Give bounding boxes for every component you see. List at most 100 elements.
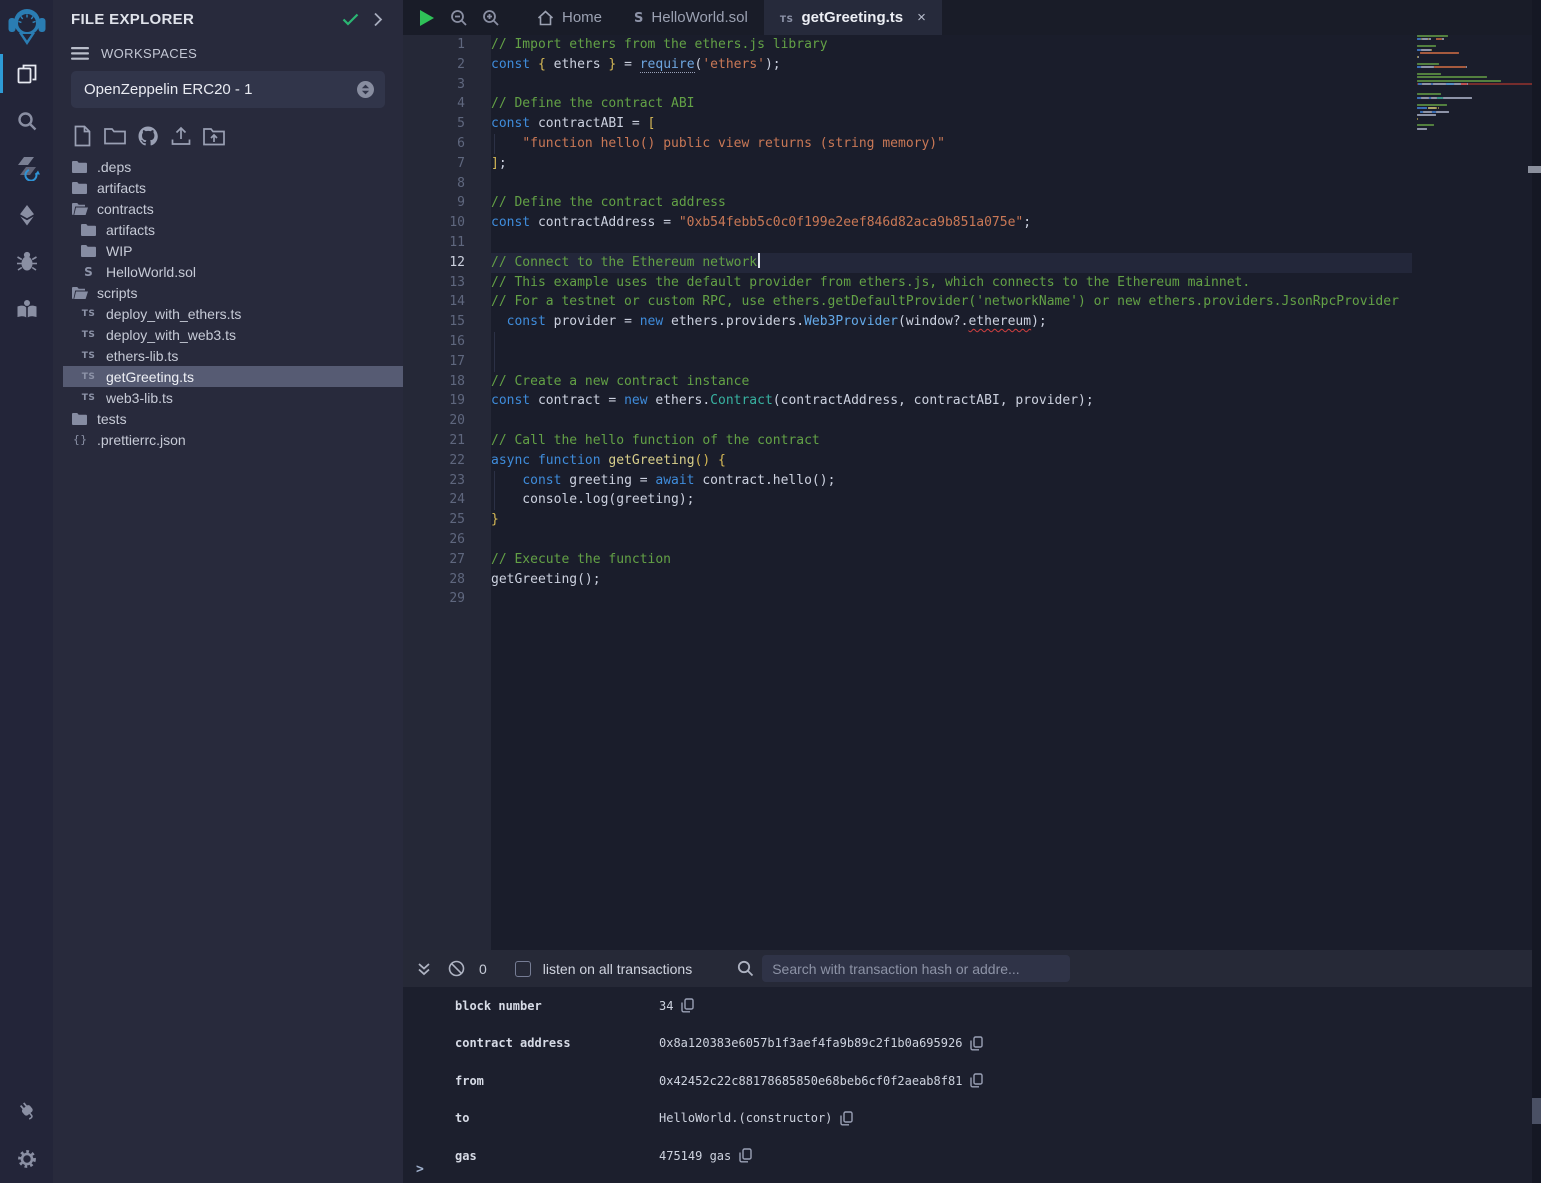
copy-icon[interactable] bbox=[970, 1036, 983, 1051]
solidity-compiler-icon bbox=[14, 155, 40, 181]
tab-Home[interactable]: Home bbox=[521, 0, 618, 35]
activity-bar bbox=[0, 0, 54, 1183]
copy-icon[interactable] bbox=[970, 1073, 983, 1088]
code-line-13: // This example uses the default provide… bbox=[491, 273, 1412, 293]
code-line-26 bbox=[491, 530, 1412, 550]
tree-item-getGreeting.ts[interactable]: TSgetGreeting.ts bbox=[63, 366, 403, 387]
json-file-icon: { } bbox=[71, 433, 88, 446]
tree-item-HelloWorld.sol[interactable]: SHelloWorld.sol bbox=[53, 261, 403, 282]
upload-file-icon[interactable] bbox=[170, 125, 192, 147]
tree-item-deploy_with_web3.ts[interactable]: TSdeploy_with_web3.ts bbox=[53, 324, 403, 345]
tree-item-contracts[interactable]: contracts bbox=[53, 198, 403, 219]
sidebar-item-file-explorer[interactable] bbox=[0, 50, 53, 97]
editor-gutter: 1234567891011121314151617181920212223242… bbox=[403, 35, 491, 950]
copy-icon[interactable] bbox=[681, 998, 694, 1013]
sidebar-item-solidity-compiler[interactable] bbox=[0, 144, 53, 191]
transaction-field-label: gas bbox=[455, 1149, 659, 1163]
hamburger-menu-icon[interactable] bbox=[71, 47, 89, 60]
code-line-10: const contractAddress = "0xb54febb5c0c0f… bbox=[491, 213, 1412, 233]
tree-item-artifacts[interactable]: artifacts bbox=[53, 177, 403, 198]
sidebar-item-learneth[interactable] bbox=[0, 285, 53, 332]
tree-item-WIP[interactable]: WIP bbox=[53, 240, 403, 261]
code-line-4: // Define the contract ABI bbox=[491, 94, 1412, 114]
transaction-field-label: contract address bbox=[455, 1036, 659, 1050]
typescript-file-icon: TS bbox=[80, 309, 97, 319]
home-tab-icon bbox=[537, 10, 554, 26]
tree-item-ethers-lib.ts[interactable]: TSethers-lib.ts bbox=[53, 345, 403, 366]
tree-item-label: artifacts bbox=[106, 222, 155, 238]
code-line-7: ]; bbox=[491, 154, 1412, 174]
search-icon bbox=[15, 109, 39, 133]
page-scrollbar[interactable] bbox=[1532, 0, 1541, 1183]
editor-minimap[interactable] bbox=[1417, 35, 1532, 175]
code-line-5: const contractABI = [ bbox=[491, 114, 1412, 134]
gear-icon bbox=[15, 1147, 39, 1171]
code-line-19: const contract = new ethers.Contract(con… bbox=[491, 391, 1412, 411]
collapse-terminal-icon[interactable] bbox=[415, 962, 433, 976]
tree-item-label: web3-lib.ts bbox=[106, 390, 173, 406]
tab-label: Home bbox=[562, 9, 602, 26]
workspace-select[interactable]: OpenZeppelin ERC20 - 1 bbox=[71, 71, 385, 108]
tree-item-.prettierrc.json[interactable]: { } .prettierrc.json bbox=[53, 429, 403, 450]
terminal-scrollbar-thumb[interactable] bbox=[1532, 1098, 1541, 1124]
chevron-right-icon[interactable] bbox=[367, 10, 389, 28]
tree-item-label: WIP bbox=[106, 243, 132, 259]
new-folder-icon[interactable] bbox=[104, 125, 126, 147]
tree-item-.deps[interactable]: .deps bbox=[53, 156, 403, 177]
copy-icon[interactable] bbox=[739, 1148, 752, 1163]
code-editor[interactable]: 1234567891011121314151617181920212223242… bbox=[403, 35, 1541, 950]
remix-logo-icon[interactable] bbox=[5, 4, 49, 50]
new-file-icon[interactable] bbox=[71, 125, 93, 147]
clear-console-icon[interactable] bbox=[447, 960, 465, 977]
transaction-field-value: HelloWorld.(constructor) bbox=[659, 1111, 832, 1125]
folder-icon bbox=[80, 245, 97, 257]
code-line-20 bbox=[491, 411, 1412, 431]
folder-icon bbox=[80, 224, 97, 236]
tab-getGreeting.ts[interactable]: TSgetGreeting.ts× bbox=[764, 0, 942, 35]
tree-item-label: deploy_with_ethers.ts bbox=[106, 306, 241, 322]
code-line-23: const greeting = await contract.hello(); bbox=[491, 471, 1412, 491]
code-line-27: // Execute the function bbox=[491, 550, 1412, 570]
tree-item-label: artifacts bbox=[97, 180, 146, 196]
transaction-field-label: from bbox=[455, 1074, 659, 1088]
terminal-search-input[interactable] bbox=[762, 955, 1070, 982]
ethereum-icon bbox=[15, 203, 39, 227]
typescript-file-icon: TS bbox=[80, 330, 97, 340]
tree-item-deploy_with_ethers.ts[interactable]: TS deploy_with_ethers.ts bbox=[53, 303, 403, 324]
close-icon[interactable]: × bbox=[917, 9, 926, 26]
transaction-row-gas: gas475149 gas bbox=[403, 1137, 1541, 1175]
transaction-field-label: block number bbox=[455, 999, 659, 1013]
code-line-18: // Create a new contract instance bbox=[491, 372, 1412, 392]
zoom-in-icon[interactable] bbox=[475, 0, 507, 35]
tree-item-artifacts[interactable]: artifacts bbox=[53, 219, 403, 240]
book-person-icon bbox=[15, 297, 39, 321]
run-script-button[interactable] bbox=[411, 0, 443, 35]
tab-label: getGreeting.ts bbox=[801, 9, 903, 26]
zoom-out-icon[interactable] bbox=[443, 0, 475, 35]
sidebar-item-deploy-and-run[interactable] bbox=[0, 191, 53, 238]
tree-item-label: .prettierrc.json bbox=[97, 432, 186, 448]
sidebar-item-search[interactable] bbox=[0, 97, 53, 144]
github-icon[interactable] bbox=[137, 125, 159, 147]
tree-item-label: scripts bbox=[97, 285, 137, 301]
sidebar-item-debugger[interactable] bbox=[0, 238, 53, 285]
tree-item-web3-lib.ts[interactable]: TSweb3-lib.ts bbox=[53, 387, 403, 408]
code-line-21: // Call the hello function of the contra… bbox=[491, 431, 1412, 451]
code-line-28: getGreeting(); bbox=[491, 570, 1412, 590]
copy-icon[interactable] bbox=[840, 1111, 853, 1126]
tree-item-scripts[interactable]: scripts bbox=[53, 282, 403, 303]
code-line-2: const { ethers } = require('ethers'); bbox=[491, 55, 1412, 75]
sidebar-item-settings[interactable] bbox=[0, 1134, 53, 1183]
check-icon[interactable] bbox=[339, 10, 361, 28]
tree-item-tests[interactable]: tests bbox=[53, 408, 403, 429]
typescript-file-icon: TS bbox=[80, 372, 97, 382]
upload-folder-icon[interactable] bbox=[203, 125, 225, 147]
terminal-panel: 0 listen on all transactions block numbe… bbox=[403, 950, 1541, 1183]
workspaces-label: WORKSPACES bbox=[101, 46, 197, 61]
sidebar-item-plugin-manager[interactable] bbox=[0, 1085, 53, 1134]
listen-transactions-checkbox[interactable] bbox=[515, 961, 531, 977]
code-line-24: console.log(greeting); bbox=[491, 490, 1412, 510]
tab-HelloWorld.sol[interactable]: SHelloWorld.sol bbox=[618, 0, 764, 35]
typescript-file-icon: TS bbox=[80, 351, 97, 361]
editor-scrollbar-thumb[interactable] bbox=[1528, 166, 1541, 173]
